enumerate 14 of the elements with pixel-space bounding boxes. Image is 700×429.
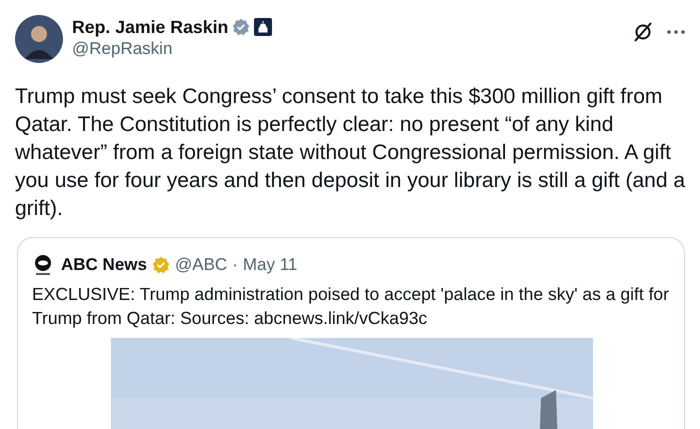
capitol-icon — [254, 18, 272, 36]
tweet-text: Trump must seek Congress’ consent to take this $300 million gift from Qatar. The Constitution is perfectly clear: no present “of any kind whatever” from a foreign state without Congressional permission. A gift you use for four years and then deposit in your library is still a gift (and a grift). — [15, 84, 685, 222]
quoted-author-name[interactable]: ABC News — [61, 252, 147, 278]
quoted-tweet-card[interactable]: ABC News @ABC · May 11 EXCLUSIVE: Trump administration poised to accept 'palace in the sky' as a gift for Trump from Qatar: Sources: abcnews.link/vCka93c — [17, 237, 685, 429]
quoted-author-handle[interactable]: @ABC — [174, 252, 228, 278]
separator: · — [232, 254, 238, 276]
author-handle[interactable]: @RepRaskin — [72, 39, 272, 59]
quoted-date[interactable]: May 11 — [242, 252, 298, 278]
more-icon[interactable] — [667, 30, 685, 34]
author-name[interactable]: Rep. Jamie Raskin — [72, 14, 228, 40]
avatar[interactable] — [15, 15, 63, 63]
logo-icon — [32, 254, 54, 276]
quoted-tweet-text: EXCLUSIVE: Trump administration poised to accept 'palace in the sky' as a gift for Trump from Qatar: Sources: abcnews.link/vCka93c — [32, 282, 670, 330]
grok-icon[interactable] — [633, 21, 653, 43]
